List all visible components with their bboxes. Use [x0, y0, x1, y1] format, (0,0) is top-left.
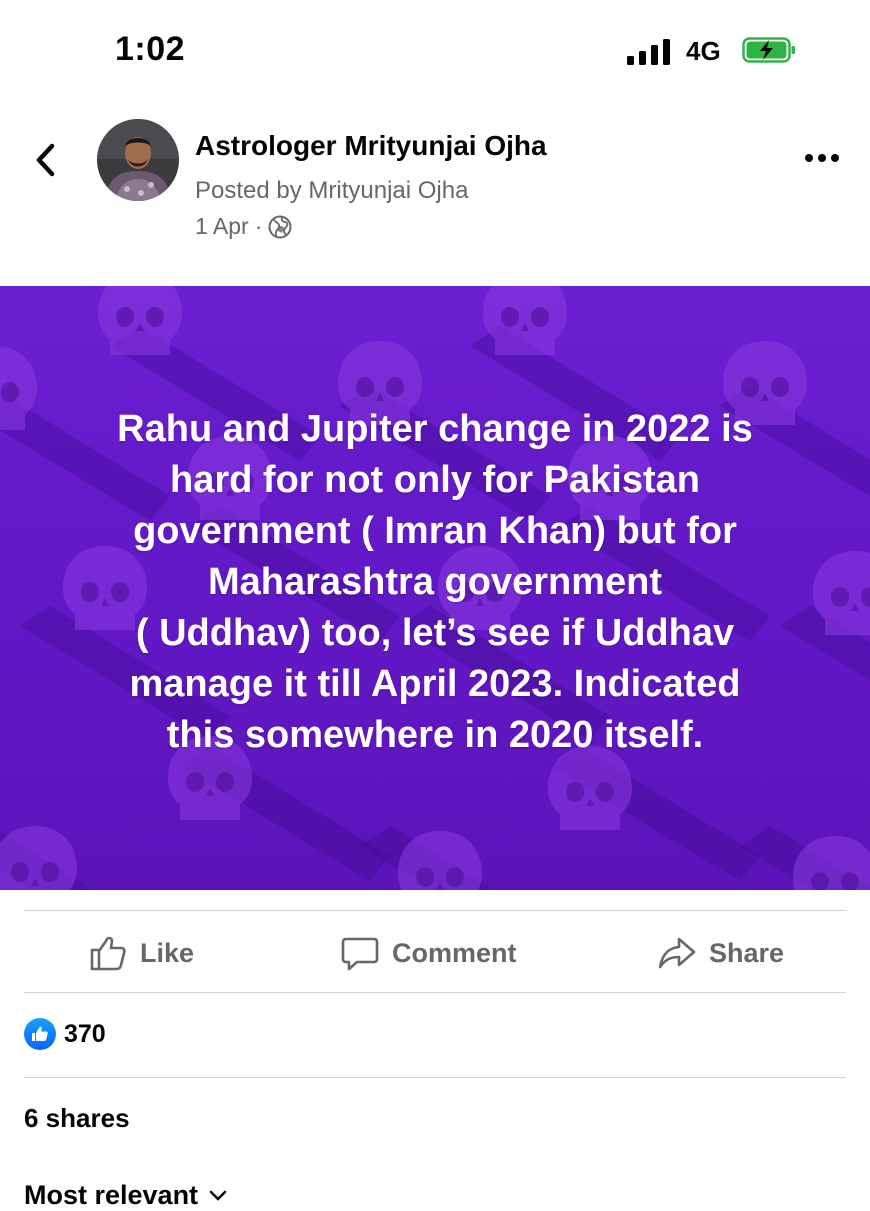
network-type: 4G	[686, 36, 721, 66]
share-label: Share	[709, 937, 785, 968]
like-button[interactable]: Like	[88, 930, 194, 976]
divider	[24, 910, 846, 911]
page-name[interactable]: Astrologer Mrityunjai Ojha	[195, 130, 547, 162]
post-image[interactable]: Rahu and Jupiter change in 2022 is hard …	[0, 286, 870, 890]
share-count[interactable]: 6 shares	[24, 1103, 130, 1134]
comment-sort-dropdown[interactable]: Most relevant	[24, 1180, 228, 1211]
comment-icon	[341, 937, 379, 971]
signal-icon	[627, 39, 673, 65]
chevron-down-icon	[209, 1190, 227, 1201]
like-reaction-icon	[24, 1018, 56, 1050]
thumbs-up-icon	[90, 936, 126, 971]
battery-charging-icon	[742, 37, 795, 63]
divider	[24, 1077, 846, 1078]
post-meta: 1 Apr ·	[195, 213, 292, 240]
reaction-summary[interactable]: 370	[24, 1018, 106, 1050]
post-image-text: Rahu and Jupiter change in 2022 is hard …	[117, 408, 753, 756]
more-options-icon[interactable]	[804, 150, 840, 166]
divider	[24, 992, 846, 993]
avatar[interactable]	[97, 119, 179, 201]
post-date[interactable]: 1 Apr	[195, 213, 249, 240]
like-label: Like	[140, 937, 195, 968]
globe-icon	[268, 215, 292, 238]
back-arrow-icon[interactable]	[30, 140, 64, 180]
sort-label: Most relevant	[24, 1180, 199, 1210]
status-time: 1:02	[115, 30, 186, 68]
share-arrow-icon	[658, 937, 696, 969]
comment-label: Comment	[392, 937, 517, 968]
comment-button[interactable]: Comment	[340, 930, 517, 976]
meta-separator: ·	[254, 213, 263, 239]
share-button[interactable]: Share	[657, 930, 784, 976]
posted-by[interactable]: Posted by Mrityunjai Ojha	[195, 177, 468, 205]
reaction-count: 370	[64, 1019, 106, 1048]
